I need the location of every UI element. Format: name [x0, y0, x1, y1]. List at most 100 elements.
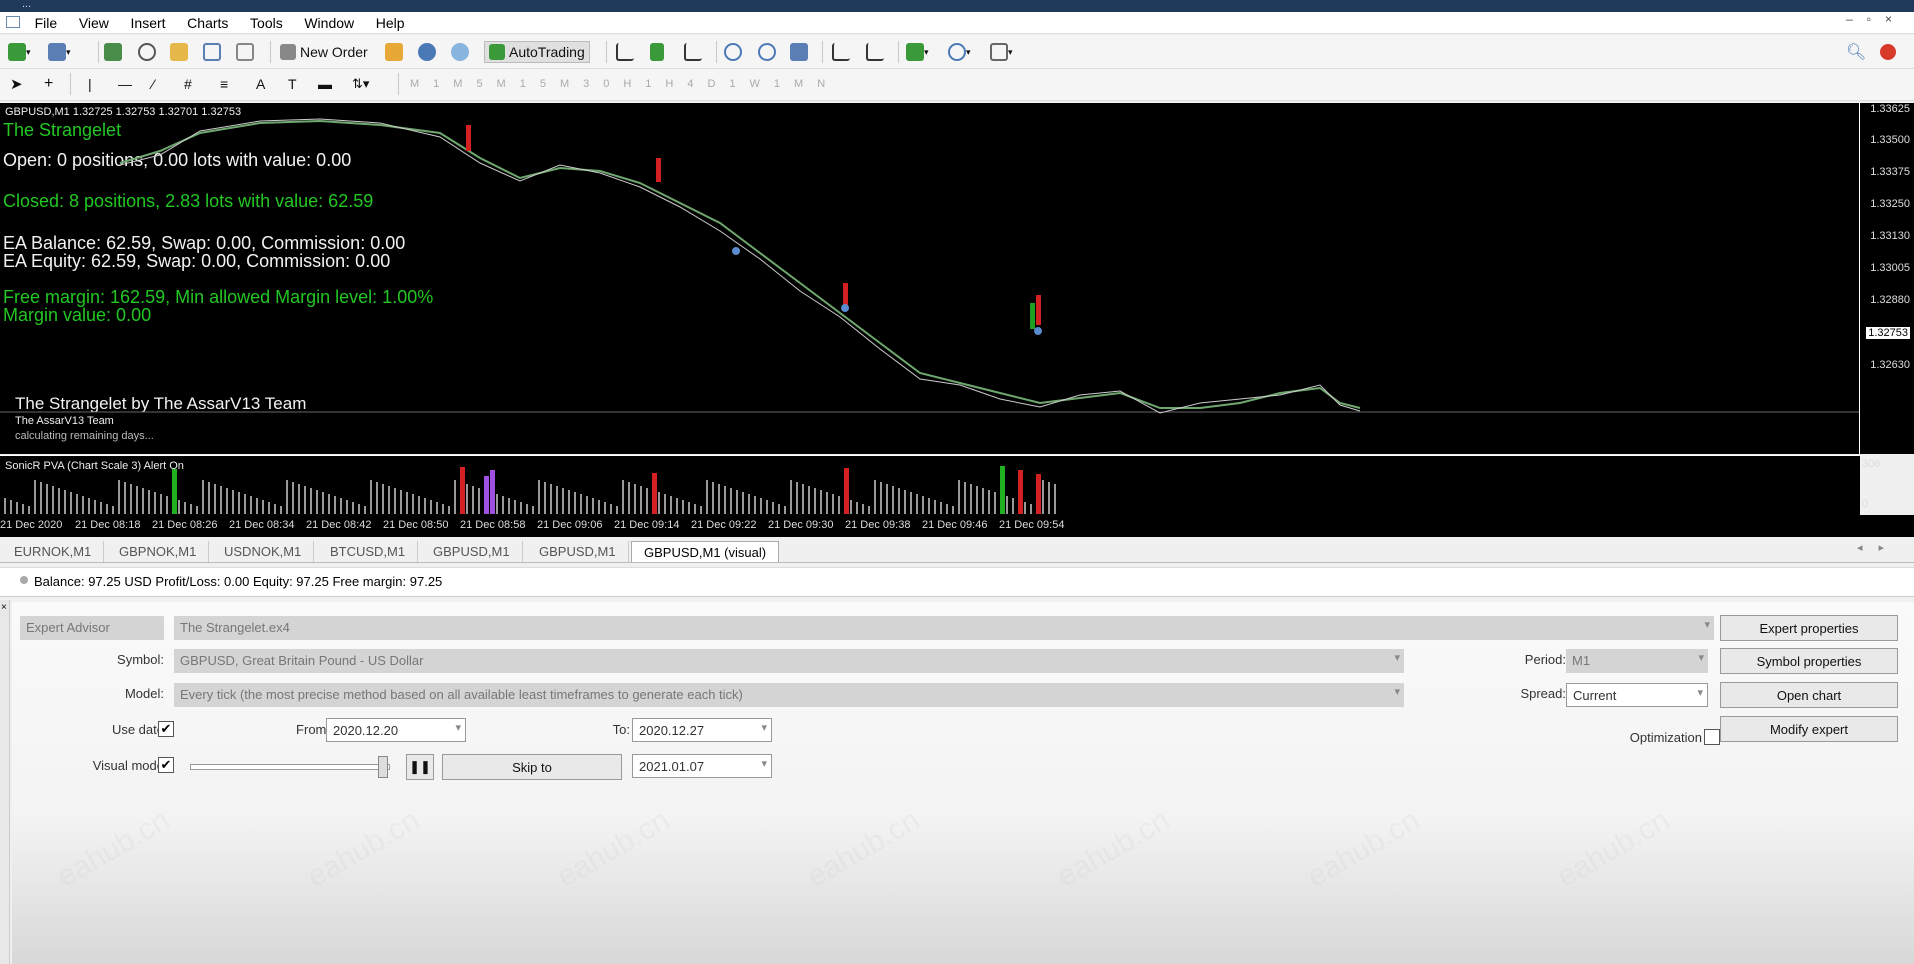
pause-button[interactable]: ❚❚ — [406, 754, 434, 780]
profiles-button[interactable]: ▾ — [48, 41, 71, 63]
volume-bar — [172, 469, 177, 514]
volume-bar — [208, 482, 210, 514]
tab-gbpnok[interactable]: GBPNOK,M1 — [107, 541, 210, 562]
tab-eurnok[interactable]: EURNOK,M1 — [2, 541, 105, 562]
speed-slider-handle[interactable] — [378, 756, 388, 778]
tab-gbpusd-2[interactable]: GBPUSD,M1 — [527, 541, 629, 562]
period-select[interactable]: M1 ▾ — [1566, 649, 1708, 673]
terminal-button[interactable] — [203, 41, 221, 63]
autotrading-button[interactable]: AutoTrading — [484, 41, 590, 63]
signals-button[interactable] — [418, 41, 436, 63]
periodicity-bar[interactable]: M1M5M15M30H1H4D1W1MN — [410, 73, 839, 95]
menu-bar: File View Insert Charts Tools Window Hel… — [0, 12, 1914, 34]
menu-insert[interactable]: Insert — [122, 12, 175, 31]
app-icon[interactable] — [6, 16, 20, 28]
use-date-checkbox[interactable]: ✔ — [158, 721, 174, 737]
to-date-input[interactable]: 2020.12.27 ▾ — [632, 718, 772, 742]
cursor-button[interactable]: ➤ — [10, 73, 23, 95]
text-button[interactable]: A — [256, 73, 265, 95]
autoscroll-button[interactable] — [866, 41, 884, 63]
skip-date-input[interactable]: 2021.01.07 ▾ — [632, 754, 772, 778]
market-button[interactable] — [451, 41, 469, 63]
signals-icon — [418, 43, 436, 61]
tab-btcusd[interactable]: BTCUSD,M1 — [318, 541, 419, 562]
model-select[interactable]: Every tick (the most precise method base… — [174, 683, 1404, 707]
new-chart-button[interactable]: ▾ — [8, 41, 31, 63]
zoom-in-button[interactable] — [724, 41, 742, 63]
symbol-properties-button[interactable]: Symbol properties — [1720, 648, 1898, 674]
ea-select[interactable]: The Strangelet.ex4 ▾ — [174, 616, 1714, 640]
bar-chart-button[interactable] — [616, 41, 634, 63]
visual-mode-checkbox[interactable]: ✔ — [158, 757, 174, 773]
horizontal-line-button[interactable]: — — [118, 73, 132, 95]
close-icon[interactable]: × — [1, 602, 7, 613]
templates-button[interactable]: ▾ — [990, 41, 1013, 63]
arrows-button[interactable]: ⇅▾ — [352, 73, 369, 95]
strategy-tester-button[interactable] — [236, 41, 254, 63]
volume-bar — [700, 506, 702, 514]
candlestick-button[interactable] — [650, 41, 664, 63]
speed-slider[interactable] — [190, 764, 390, 770]
trendline-button[interactable]: ⁄ — [152, 73, 154, 95]
fibonacci-button[interactable]: ≡ — [220, 73, 228, 95]
menu-file[interactable]: File — [26, 12, 67, 31]
tile-windows-button[interactable] — [790, 41, 808, 63]
tab-gbpusd-1[interactable]: GBPUSD,M1 — [421, 541, 523, 562]
new-order-button[interactable]: New Order — [280, 41, 368, 63]
menu-help[interactable]: Help — [367, 12, 414, 31]
label-button[interactable]: ▬ — [318, 73, 332, 95]
notifications-button[interactable] — [1880, 41, 1896, 63]
menu-charts[interactable]: Charts — [178, 12, 237, 31]
market-watch-button[interactable] — [104, 41, 122, 63]
data-window-button[interactable] — [138, 41, 156, 63]
bar-chart-icon — [616, 43, 634, 61]
search-button[interactable]: 🔍︎ — [1846, 41, 1866, 63]
crosshair-button[interactable]: + — [44, 73, 53, 95]
volume-bar — [58, 488, 60, 514]
volume-bar — [964, 482, 966, 514]
chart-shift-button[interactable] — [832, 41, 850, 63]
window-controls[interactable]: –▫× — [1846, 12, 1906, 26]
optimization-checkbox[interactable] — [1704, 729, 1720, 745]
tab-usdnok[interactable]: USDNOK,M1 — [212, 541, 315, 562]
channel-button[interactable]: # — [184, 73, 192, 95]
volume-bar — [946, 504, 948, 514]
line-chart-button[interactable] — [684, 41, 702, 63]
text-label-button[interactable]: T — [288, 73, 297, 95]
volume-bar — [616, 506, 618, 514]
trade-marker — [841, 304, 849, 312]
skip-to-button[interactable]: Skip to — [442, 754, 622, 780]
metaeditor-button[interactable] — [385, 41, 403, 63]
menu-tools[interactable]: Tools — [241, 12, 292, 31]
candles-svg — [0, 118, 1860, 414]
calendar-icon: ▾ — [761, 758, 767, 770]
volume-bar — [682, 500, 684, 514]
open-chart-button[interactable]: Open chart — [1720, 682, 1898, 708]
modify-expert-button[interactable]: Modify expert — [1720, 716, 1898, 742]
from-date-input[interactable]: 2020.12.20 ▾ — [326, 718, 466, 742]
volume-bar — [784, 506, 786, 514]
menu-window[interactable]: Window — [295, 12, 363, 31]
volume-bar — [814, 488, 816, 514]
volume-bar — [178, 500, 180, 514]
zoom-out-button[interactable] — [758, 41, 776, 63]
vertical-line-button[interactable]: | — [88, 73, 92, 95]
indicator-pane[interactable]: SonicR PVA (Chart Scale 3) Alert On — [0, 455, 1860, 515]
indicators-button[interactable]: ▾ — [906, 41, 929, 63]
periods-button[interactable]: ▾ — [948, 41, 971, 63]
spread-select[interactable]: Current ▾ — [1566, 683, 1708, 707]
volume-bar — [82, 496, 84, 514]
symbol-select[interactable]: GBPUSD, Great Britain Pound - US Dollar ▾ — [174, 649, 1404, 673]
volume-bar — [886, 484, 888, 514]
navigator-button[interactable] — [170, 41, 188, 63]
volume-bar — [34, 480, 36, 514]
tab-scroll-arrows[interactable]: ◂▸ — [1857, 541, 1900, 554]
line-studies-toolbar: ➤ + | — ⁄ # ≡ A T ▬ ⇅▾ M1M5M15M30H1H4D1W… — [0, 69, 1914, 101]
ea-tab-label[interactable]: Expert Advisor — [20, 616, 164, 640]
menu-view[interactable]: View — [70, 12, 118, 31]
tab-gbpusd-visual[interactable]: GBPUSD,M1 (visual) — [631, 541, 780, 562]
volume-bar — [130, 484, 132, 514]
expert-properties-button[interactable]: Expert properties — [1720, 615, 1898, 641]
volume-bar — [1024, 502, 1026, 514]
price-chart[interactable]: GBPUSD,M1 1.32725 1.32753 1.32701 1.3275… — [0, 103, 1914, 454]
